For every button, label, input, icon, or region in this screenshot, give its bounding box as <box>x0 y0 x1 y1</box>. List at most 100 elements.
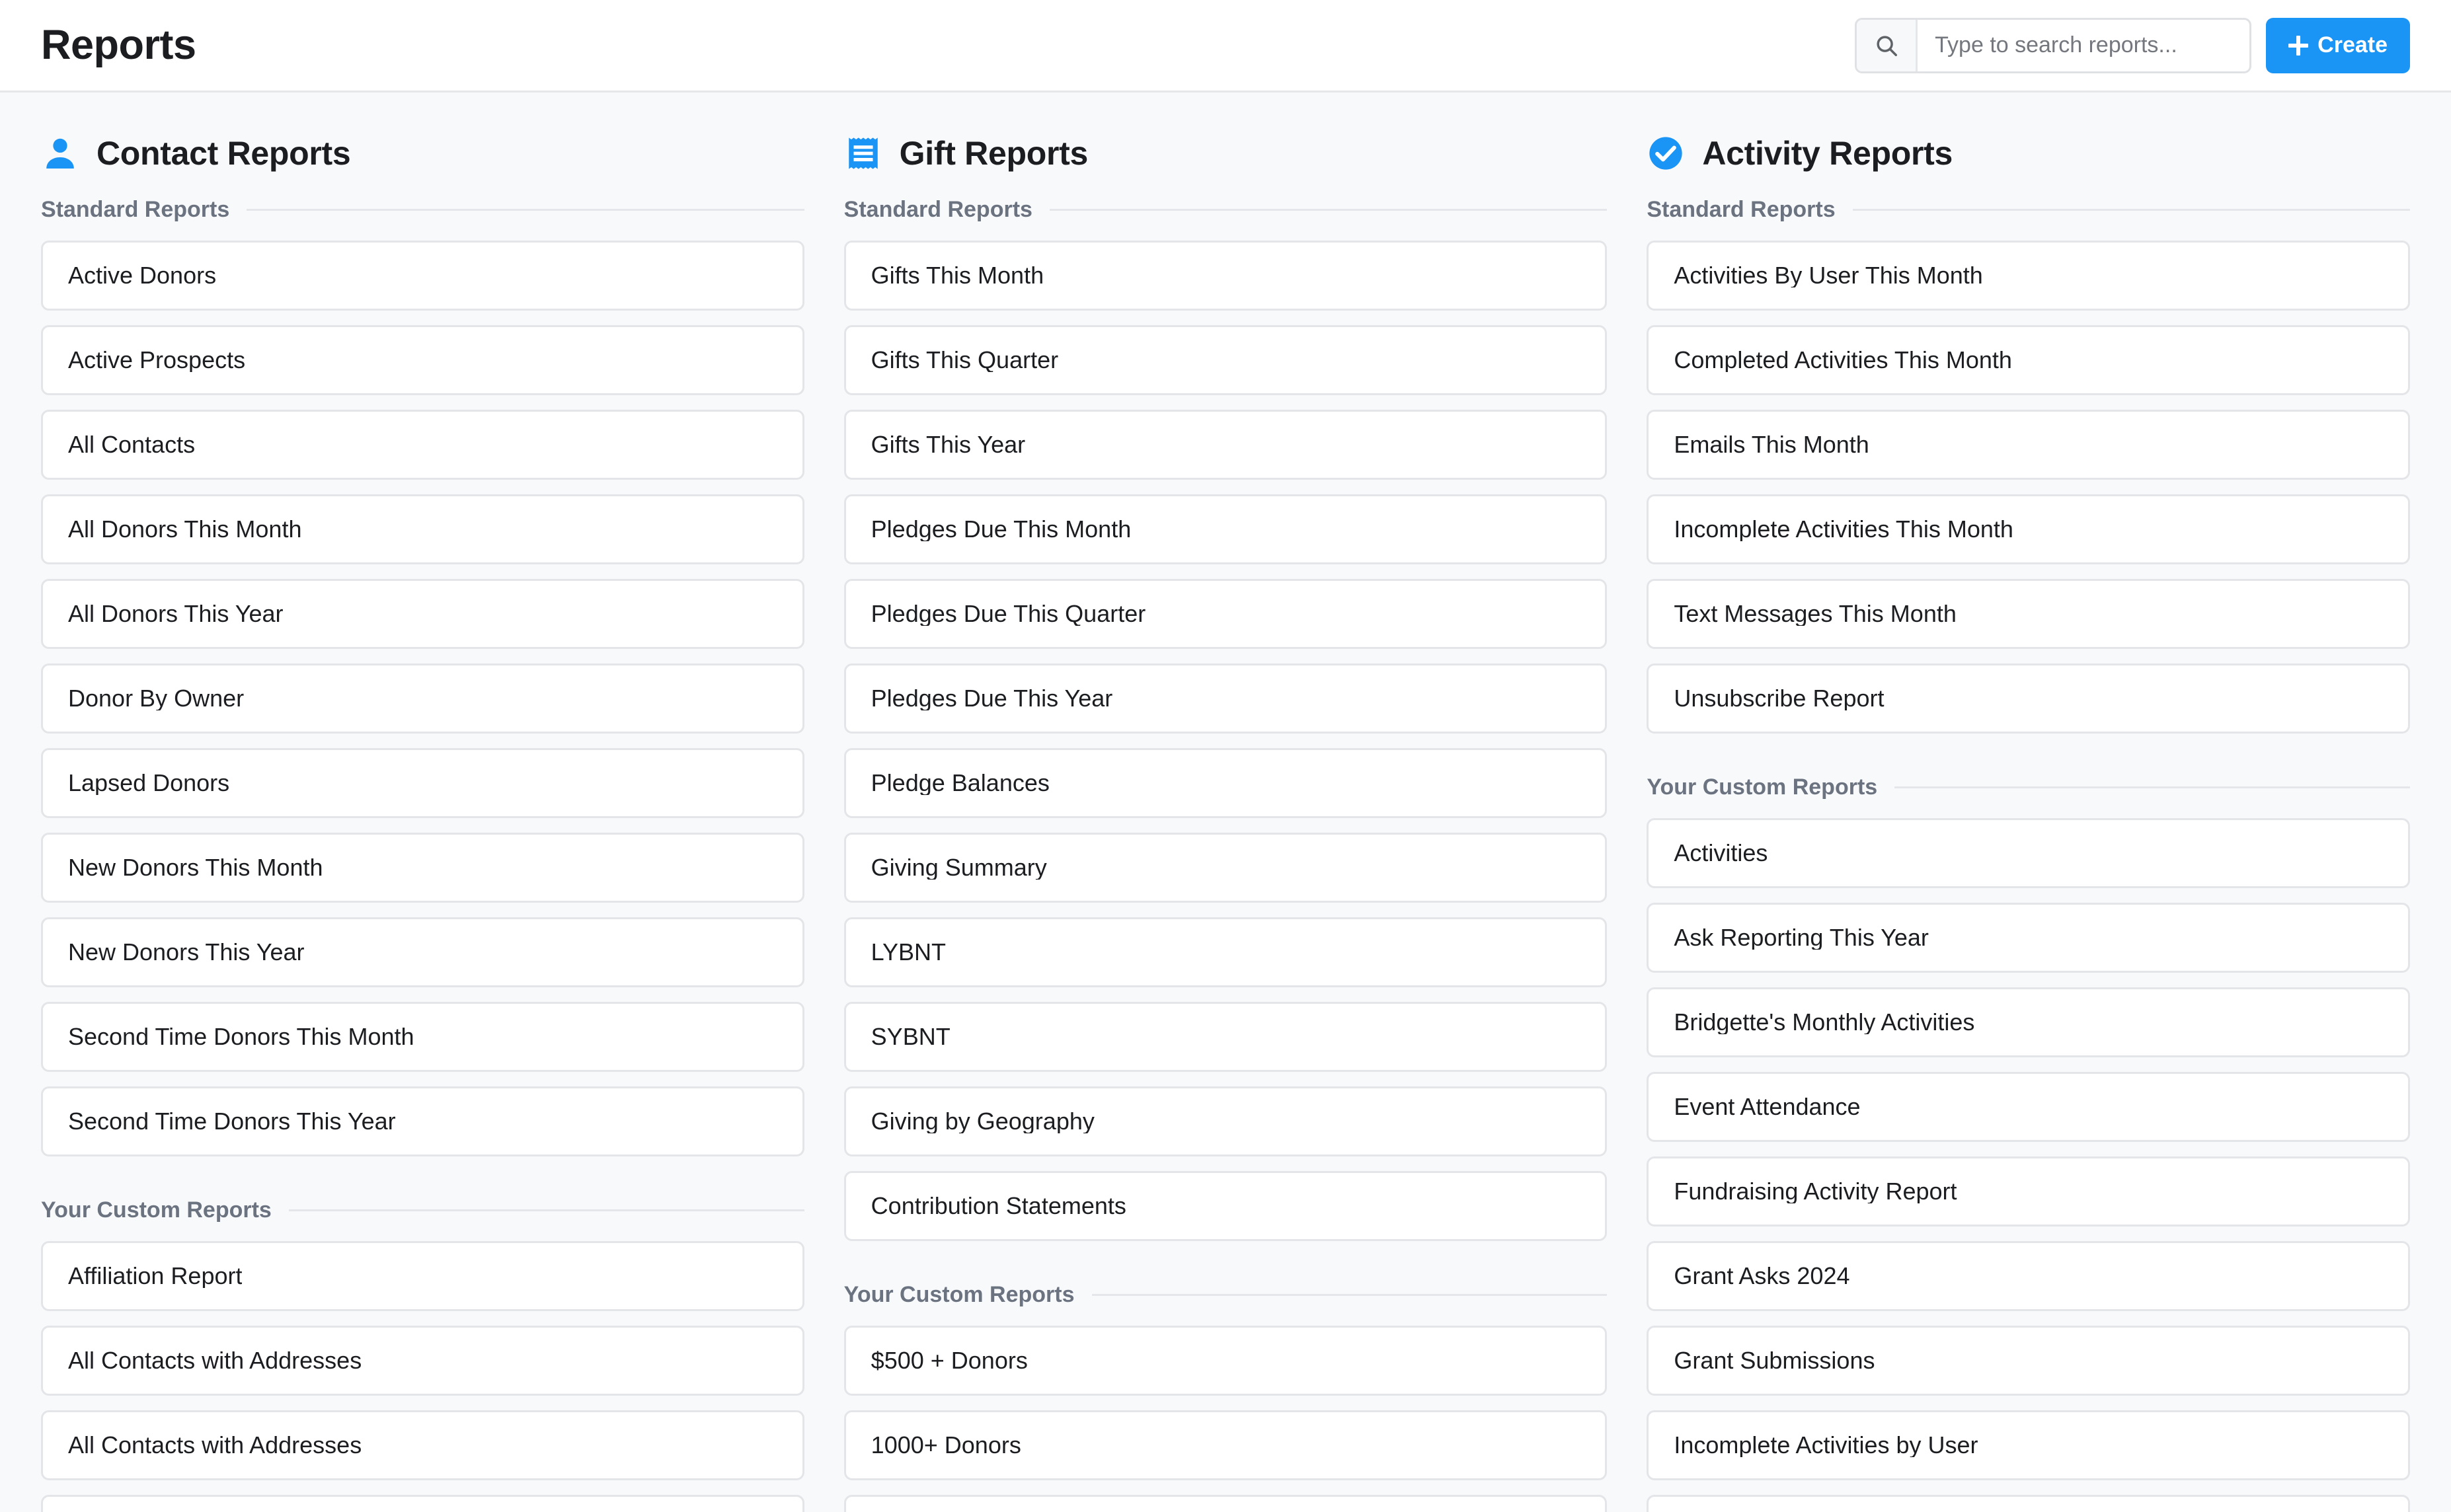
search-input[interactable] <box>1918 19 2250 71</box>
report-item[interactable]: Event Attendance <box>1647 1072 2411 1142</box>
report-item[interactable]: Semester 1 Class Attendance <box>1647 1495 2411 1512</box>
report-label: Grant Asks 2024 <box>1674 1264 1850 1288</box>
standard-reports-list: Gifts This Month Gifts This Quarter Gift… <box>843 241 1608 1241</box>
report-item[interactable]: Second Time Donors This Month <box>41 1002 804 1072</box>
report-label: Incomplete Activities This Month <box>1674 517 2013 541</box>
report-item[interactable]: Activities <box>1647 818 2411 888</box>
section-label: Standard Reports <box>843 197 1032 222</box>
report-item[interactable]: Giving Summary <box>843 833 1608 903</box>
report-item[interactable]: Grant Asks 2024 <box>1647 1241 2411 1311</box>
report-item[interactable]: Pledges Due This Quarter <box>843 579 1608 649</box>
section-header-standard: Standard Reports <box>41 198 804 221</box>
page-header: Reports Create <box>0 0 2451 93</box>
report-item[interactable]: Pledges Due This Year <box>843 663 1608 734</box>
report-item[interactable]: Pledges Due This Month <box>843 494 1608 564</box>
plus-icon <box>2288 35 2309 56</box>
report-item[interactable]: Text Messages This Month <box>1647 579 2411 649</box>
report-item[interactable]: Incomplete Activities This Month <box>1647 494 2411 564</box>
report-item[interactable]: Giving by Geography <box>843 1086 1608 1156</box>
report-label: Gifts This Quarter <box>871 348 1059 372</box>
report-label: Emails This Month <box>1674 433 1869 457</box>
report-label: Unsubscribe Report <box>1674 687 1885 710</box>
report-item[interactable]: Gifts This Month <box>843 241 1608 311</box>
report-label: New Donors This Year <box>68 940 305 964</box>
report-item[interactable]: Board Member Giving <box>843 1495 1608 1512</box>
report-item[interactable]: New Donors This Month <box>41 833 804 903</box>
report-label: All Contacts with Addresses <box>68 1433 362 1457</box>
column-contact-reports: Contact Reports Standard Reports Active … <box>41 132 804 1512</box>
report-item[interactable]: All Contacts with Addresses <box>41 1410 804 1480</box>
section-header-standard: Standard Reports <box>1647 197 2411 222</box>
report-label: Activities By User This Month <box>1674 264 1983 287</box>
report-item[interactable]: Affiliation Report <box>41 1241 804 1311</box>
report-label: Active Donors <box>68 264 217 287</box>
report-label: All Donors This Month <box>68 517 302 541</box>
report-item[interactable]: Ask Reporting This Year <box>1647 903 2411 973</box>
report-label: All Contacts <box>68 433 196 457</box>
report-label: Affiliation Report <box>68 1264 243 1288</box>
column-activity-reports: Activity Reports Standard Reports Activi… <box>1647 132 2411 1512</box>
report-item[interactable]: Bridgette's Monthly Activities <box>1647 987 2411 1057</box>
section-header-custom: Your Custom Reports <box>844 1283 1608 1306</box>
section-header-standard: Standard Reports <box>844 198 1608 221</box>
section-label: Your Custom Reports <box>41 1197 272 1223</box>
report-item[interactable]: Unsubscribe Report <box>1647 663 2411 734</box>
section-divider <box>1091 1293 1608 1296</box>
report-item[interactable]: Lapsed Donors <box>41 748 804 818</box>
report-label: Event Attendance <box>1674 1095 1861 1119</box>
report-item[interactable]: Active Prospects <box>41 325 804 395</box>
create-button[interactable]: Create <box>2266 17 2410 73</box>
report-label: Active Prospects <box>68 348 246 372</box>
search-box[interactable] <box>1855 17 2252 73</box>
custom-reports-list: Activities Ask Reporting This Year Bridg… <box>1647 818 2411 1512</box>
report-item[interactable]: All Contacts with Addresses <box>41 1495 804 1512</box>
report-item[interactable]: Completed Activities This Month <box>1647 325 2411 395</box>
report-item[interactable]: 1000+ Donors <box>843 1410 1608 1480</box>
report-item[interactable]: All Contacts <box>41 410 804 480</box>
report-item[interactable]: New Donors This Year <box>41 917 804 987</box>
report-label: SYBNT <box>871 1025 951 1049</box>
report-item[interactable]: Active Donors <box>41 241 804 311</box>
section-label: Standard Reports <box>1647 197 1836 222</box>
report-item[interactable]: Fundraising Activity Report <box>1647 1156 2411 1227</box>
column-gift-reports: Gift Reports Standard Reports Gifts This… <box>843 132 1608 1512</box>
report-item[interactable]: Gifts This Year <box>843 410 1608 480</box>
report-item[interactable]: LYBNT <box>843 917 1608 987</box>
check-circle-icon <box>1649 137 1682 170</box>
report-label: Contribution Statements <box>871 1194 1126 1218</box>
report-label: Pledge Balances <box>871 771 1050 795</box>
report-item[interactable]: All Donors This Year <box>41 579 804 649</box>
report-item[interactable]: All Donors This Month <box>41 494 804 564</box>
section-divider <box>1049 208 1608 211</box>
column-title: Activity Reports <box>1702 135 1953 172</box>
report-label: All Contacts with Addresses <box>68 1349 362 1373</box>
report-label: All Donors This Year <box>68 602 284 626</box>
report-label: LYBNT <box>871 940 947 964</box>
section-divider <box>247 208 804 211</box>
report-item[interactable]: Contribution Statements <box>843 1171 1608 1241</box>
report-label: New Donors This Month <box>68 856 323 880</box>
report-item[interactable]: Pledge Balances <box>843 748 1608 818</box>
section-label: Your Custom Reports <box>1647 775 1878 800</box>
report-item[interactable]: $500 + Donors <box>843 1326 1608 1396</box>
standard-reports-list: Activities By User This Month Completed … <box>1647 241 2411 734</box>
report-label: Pledges Due This Month <box>871 517 1132 541</box>
report-label: Second Time Donors This Year <box>68 1110 396 1133</box>
report-item[interactable]: SYBNT <box>843 1002 1608 1072</box>
column-title: Contact Reports <box>97 135 351 172</box>
report-item[interactable]: Second Time Donors This Year <box>41 1086 804 1156</box>
report-item[interactable]: All Contacts with Addresses <box>41 1326 804 1396</box>
report-item[interactable]: Grant Submissions <box>1647 1326 2411 1396</box>
section-label: Standard Reports <box>41 197 230 222</box>
report-item[interactable]: Emails This Month <box>1647 410 2411 480</box>
report-item[interactable]: Incomplete Activities by User <box>1647 1410 2411 1480</box>
custom-reports-list: Affiliation Report All Contacts with Add… <box>41 1241 804 1512</box>
report-label: Giving by Geography <box>871 1110 1095 1133</box>
reports-board: Contact Reports Standard Reports Active … <box>0 93 2451 1512</box>
column-header-contact-reports: Contact Reports <box>41 132 804 174</box>
report-item[interactable]: Donor By Owner <box>41 663 804 734</box>
report-item[interactable]: Gifts This Quarter <box>843 325 1608 395</box>
report-item[interactable]: Activities By User This Month <box>1647 241 2411 311</box>
